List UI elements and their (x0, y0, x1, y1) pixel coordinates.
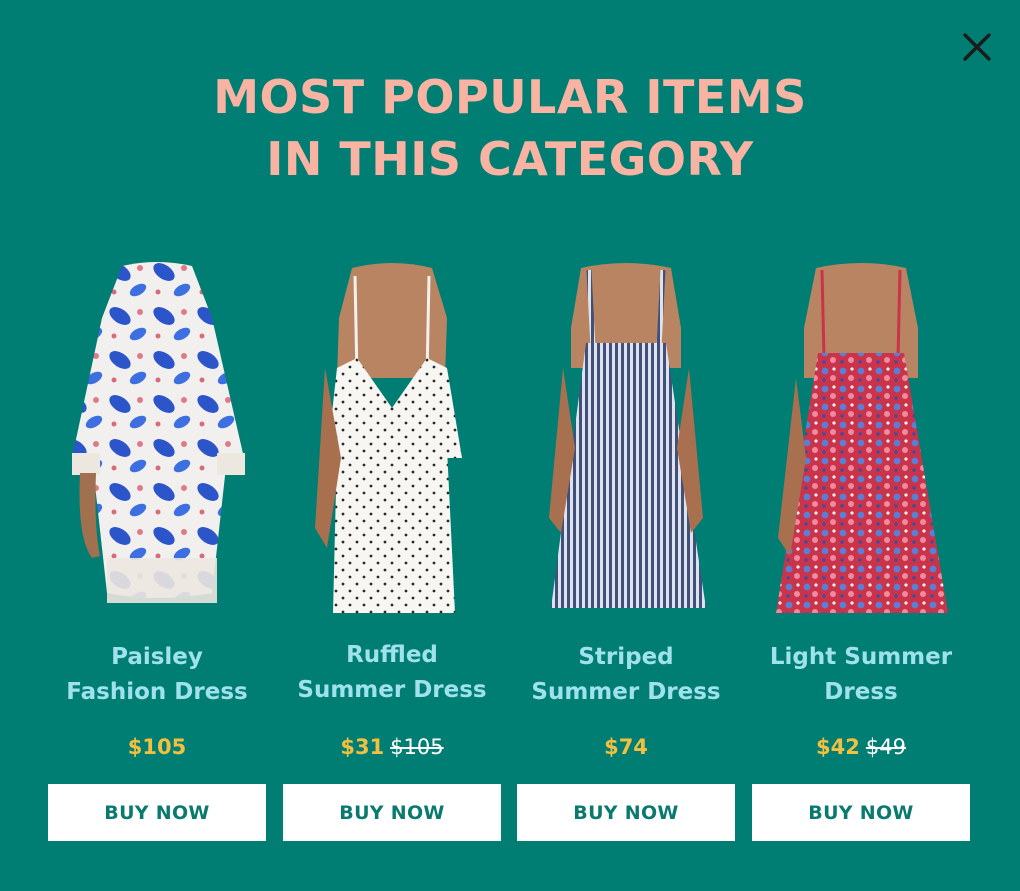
buy-now-button[interactable]: BUY NOW (283, 784, 501, 841)
floral-dress-image[interactable] (744, 258, 978, 626)
original-price: $49 (865, 735, 906, 759)
product-name-line: Ruffled (346, 642, 438, 668)
product-name[interactable]: Ruffled Summer Dress (275, 638, 509, 708)
product-name[interactable]: Striped Summer Dress (509, 640, 743, 710)
product-grid: Paisley Fashion Dress $105 BUY NOW Ruffl… (0, 0, 1020, 891)
product-name-line: Fashion Dress (66, 679, 248, 705)
striped-dress-image[interactable] (509, 258, 743, 626)
product-card-ruffled: Ruffled Summer Dress $31 $105 BUY NOW (275, 0, 509, 891)
price-row: $31 $105 (275, 732, 509, 762)
product-name-line: Striped (578, 644, 674, 670)
product-name-line: Paisley (111, 644, 203, 670)
buy-now-button[interactable]: BUY NOW (752, 784, 970, 841)
price-row: $74 (509, 732, 743, 762)
original-price: $105 (390, 735, 444, 759)
product-name[interactable]: Light Summer Dress (744, 640, 978, 710)
product-name[interactable]: Paisley Fashion Dress (40, 640, 274, 710)
product-card-floral: Light Summer Dress $42 $49 BUY NOW (744, 0, 978, 891)
buy-now-button[interactable]: BUY NOW (48, 784, 266, 841)
product-name-line: Light Summer (769, 644, 953, 670)
buy-now-button[interactable]: BUY NOW (517, 784, 735, 841)
paisley-dress-image[interactable] (40, 258, 274, 626)
price-row: $105 (40, 732, 274, 762)
product-name-line: Dress (824, 679, 898, 705)
popup-modal: MOST POPULAR ITEMS IN THIS CATEGORY Pais… (0, 0, 1020, 891)
ruffled-dress-image[interactable] (275, 258, 509, 626)
current-price: $74 (604, 735, 648, 759)
current-price: $31 (340, 735, 385, 759)
product-card-paisley: Paisley Fashion Dress $105 BUY NOW (40, 0, 274, 891)
current-price: $105 (127, 735, 187, 759)
product-card-striped: Striped Summer Dress $74 BUY NOW (509, 0, 743, 891)
product-name-line: Summer Dress (297, 677, 487, 703)
product-name-line: Summer Dress (531, 679, 721, 705)
current-price: $42 (816, 735, 860, 759)
price-row: $42 $49 (744, 732, 978, 762)
